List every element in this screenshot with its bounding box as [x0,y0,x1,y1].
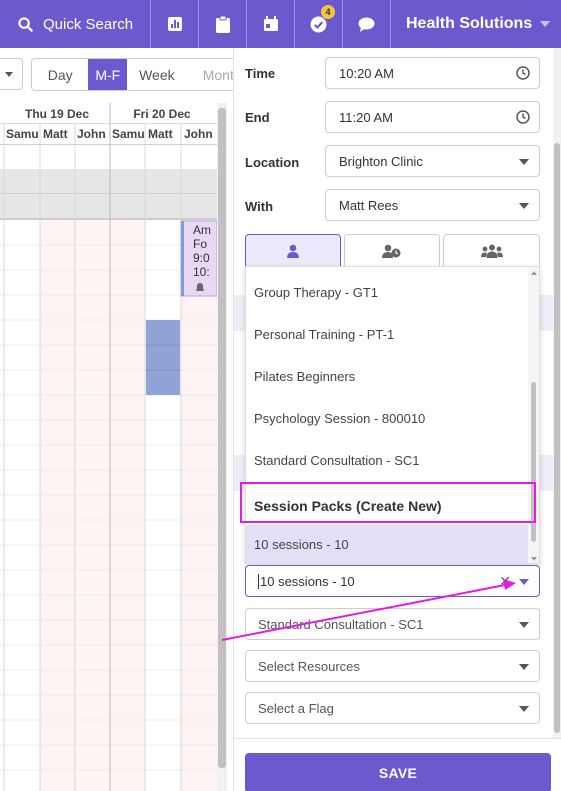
organization-menu[interactable]: Health Solutions [390,0,561,48]
calendar-button[interactable] [246,0,294,48]
panel-scroll-thumb[interactable] [554,143,560,733]
quick-search-label: Quick Search [43,15,134,33]
chevron-down-icon [5,72,13,77]
divider [234,738,561,739]
dropdown-option[interactable]: Standard Consultation - SC1 [246,439,530,481]
view-day-button[interactable]: Day [32,59,88,90]
scroll-up-icon[interactable] [531,271,537,275]
flag-select[interactable]: Select a Flag [245,692,540,724]
group-mode-button[interactable] [443,234,540,268]
clipboard-icon [215,15,230,33]
practitioner-select[interactable]: Matt Rees [325,189,540,221]
view-switcher: Day M-F Week Mont [31,58,233,91]
dropdown-option-selected[interactable]: 10 sessions - 10 [246,525,530,563]
resources-select[interactable]: Select Resources [245,650,540,682]
practitioner-header: Matt [43,127,68,141]
practitioner-header: John [77,127,106,141]
end-time-field[interactable]: 11:20 AM [325,101,540,133]
chevron-down-icon [540,21,551,27]
view-week-button[interactable]: Week [127,59,186,90]
chart-icon [167,17,182,31]
quick-search-button[interactable]: Quick Search [0,0,150,48]
chevron-down-icon [519,706,529,712]
practitioner-value: Matt Rees [339,197,399,213]
clock-icon [516,110,530,124]
panel-scrollbar[interactable] [553,48,561,738]
search-icon [18,16,33,32]
resources-placeholder: Select Resources [258,658,360,674]
start-time-field[interactable]: 10:20 AM [325,57,540,89]
appointment-type-value: Standard Consultation - SC1 [258,616,424,632]
day-header-thu: Thu 19 Dec [25,107,89,121]
selected-time-slot[interactable] [146,320,180,395]
session-pack-select[interactable]: 10 sessions - 10 ✕ [245,565,540,597]
appointment-text: 10: [193,265,210,279]
annotation-highlight-box [240,482,536,523]
calendar-scroll-thumb[interactable] [218,108,226,768]
appointment-text: Fo [193,237,207,251]
clear-icon[interactable]: ✕ [499,573,511,590]
location-label: Location [245,155,300,170]
day-header-fri: Fri 20 Dec [133,107,191,121]
start-time-value: 10:20 AM [339,65,394,81]
practitioner-header: Samu [112,127,145,141]
calendar-grid[interactable]: Thu 19 Dec Fri 20 Dec Samu Matt John Sam… [0,103,217,791]
calendar-view: Day M-F Week Mont Thu 19 Dec Fri 20 Dec … [0,48,233,791]
appointment-block[interactable]: Am Fo 9:0 10: [180,220,217,297]
location-select[interactable]: Brighton Clinic [325,145,540,177]
single-person-icon [287,244,299,258]
calendar-icon [263,16,278,31]
dropdown-option[interactable]: Personal Training - PT-1 [246,313,530,355]
practitioner-header: John [184,127,213,141]
appointment-type-select[interactable]: Standard Consultation - SC1 [245,608,540,640]
session-pack-value: 10 sessions - 10 [258,573,355,589]
view-month-button[interactable]: Mont [187,59,233,90]
messages-button[interactable] [342,0,390,48]
notifications-button[interactable]: 4 [294,0,342,48]
flag-placeholder: Select a Flag [258,700,334,716]
chevron-down-icon [519,203,529,209]
top-navigation-bar: Quick Search 4 Health Solutions [0,0,561,48]
appointment-text: Am [193,223,211,237]
single-client-mode-button[interactable] [245,234,341,268]
notification-badge: 4 [321,5,335,19]
end-time-value: 11:20 AM [339,109,393,125]
chevron-down-icon [519,664,529,670]
chevron-down-icon[interactable] [519,579,529,585]
person-clock-icon [382,244,401,258]
end-label: End [245,110,270,125]
time-label: Time [245,66,276,81]
chat-icon [358,17,375,32]
dropdown-option[interactable]: Group Therapy - GT1 [246,271,530,313]
practitioner-header: Samu [6,127,39,141]
group-icon [480,244,503,258]
calendar-filter-select[interactable] [0,58,23,90]
calendar-toolbar: Day M-F Week Mont [0,48,233,103]
scroll-down-icon[interactable] [531,557,537,561]
dropdown-option[interactable]: Pilates Beginners [246,355,530,397]
organization-name: Health Solutions [406,15,533,32]
clock-icon [516,66,530,80]
dropdown-option[interactable]: Psychology Session - 800010 [246,397,530,439]
tasks-button[interactable] [198,0,246,48]
chevron-down-icon [519,159,529,165]
view-mf-button[interactable]: M-F [88,59,128,90]
waitlist-mode-button[interactable] [344,234,440,268]
with-label: With [245,199,274,214]
reports-button[interactable] [150,0,198,48]
calendar-scrollbar[interactable] [217,103,227,791]
appointment-text: 9:0 [193,251,210,265]
location-value: Brighton Clinic [339,153,423,169]
save-button[interactable]: SAVE [245,753,551,791]
practitioner-header: Matt [148,127,173,141]
chevron-down-icon [519,622,529,628]
